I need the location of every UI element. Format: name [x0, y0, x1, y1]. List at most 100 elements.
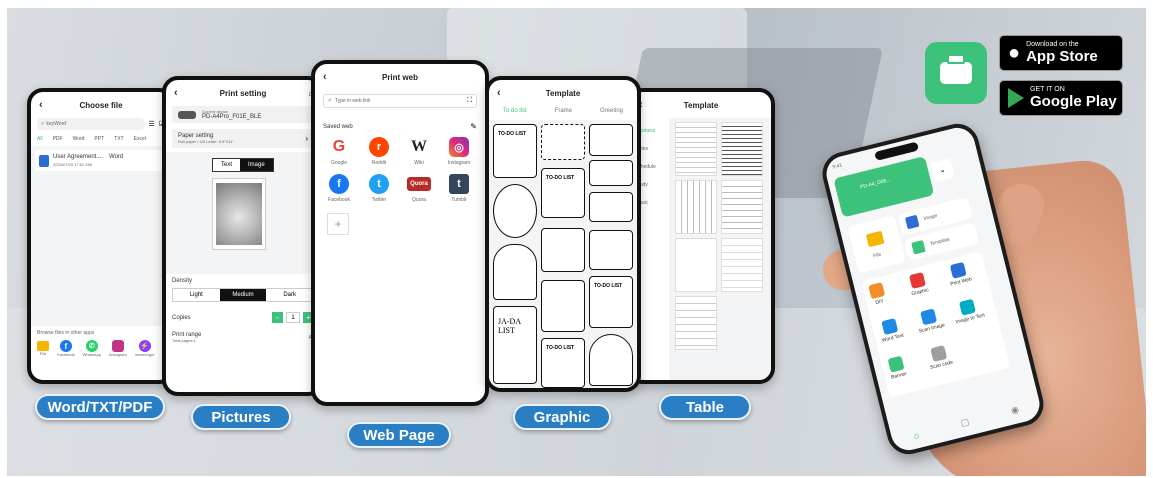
google-play-button[interactable]: GET IT ON Google Play: [999, 80, 1123, 116]
reddit-icon: r: [369, 137, 389, 157]
screen-title: Choose file: [79, 100, 123, 110]
app-instagram[interactable]: Instagram: [109, 340, 127, 357]
site-reddit[interactable]: r Reddit: [359, 137, 399, 166]
table-template[interactable]: [721, 180, 763, 234]
device-card[interactable]: Current device PD-A4Pro_F01E_BLE: [172, 106, 314, 123]
density-dark[interactable]: Dark: [266, 289, 313, 301]
tab-word[interactable]: Word: [73, 136, 85, 142]
dropdown-icon[interactable]: ⌄: [930, 158, 955, 183]
table-template[interactable]: [675, 296, 717, 350]
search-input[interactable]: ⌕ keyWord: [37, 118, 145, 130]
printer-icon: [178, 110, 196, 119]
table-template[interactable]: [721, 238, 763, 292]
site-quora[interactable]: Quora Quora: [399, 174, 439, 203]
back-icon[interactable]: ‹: [174, 87, 178, 99]
todo-template[interactable]: [589, 124, 633, 156]
tab-txt[interactable]: TXT: [114, 136, 123, 142]
table-template[interactable]: [675, 180, 717, 234]
back-icon[interactable]: ‹: [323, 71, 327, 83]
todo-template[interactable]: [541, 280, 585, 332]
tile-image-to-text[interactable]: Image to Text: [951, 297, 986, 325]
print-range[interactable]: Print range Total pages:1 All: [172, 332, 314, 343]
whatsapp-icon: ✆: [85, 340, 98, 352]
tile-print-web[interactable]: Print Web: [946, 261, 972, 288]
tab-pdf[interactable]: PDF: [53, 136, 63, 142]
screen-title: Template: [683, 100, 719, 110]
site-instagram[interactable]: ◎ Instagram: [439, 137, 479, 166]
site-wiki[interactable]: W Wiki: [399, 137, 439, 166]
jada-template[interactable]: JA-DA LIST: [493, 306, 537, 384]
site-facebook[interactable]: f Facebook: [319, 174, 359, 203]
printer-icon: [940, 54, 972, 84]
table-template[interactable]: [675, 238, 717, 292]
todo-template[interactable]: TO-DO LIST: [541, 168, 585, 218]
tile-scan-image[interactable]: Scan Image: [914, 307, 946, 335]
list-item[interactable]: User Agreement.... Word 2024/07/03 17:51…: [35, 150, 167, 171]
tab-frame[interactable]: Frame: [555, 108, 572, 114]
label-pictures: Pictures: [191, 404, 291, 430]
tile-banner[interactable]: Banner: [887, 355, 908, 381]
app-store-button[interactable]: ● Download on the App Store: [999, 35, 1123, 71]
site-tumblr[interactable]: t Tumblr: [439, 174, 479, 203]
todo-template[interactable]: [589, 192, 633, 222]
home-icon[interactable]: ⌂: [912, 429, 920, 440]
density-medium[interactable]: Medium: [219, 289, 267, 301]
todo-template[interactable]: TO-DO LIST: [541, 338, 585, 388]
web-link-input[interactable]: ⌕ Type in web link ⛶: [323, 94, 477, 108]
tile-diy[interactable]: DIY: [868, 282, 887, 307]
label-word: Word/TXT/PDF: [35, 394, 165, 420]
site-google[interactable]: G Google: [319, 137, 359, 166]
bear-template[interactable]: [589, 230, 633, 270]
add-site-button[interactable]: +: [327, 213, 349, 235]
tile-graphic[interactable]: Graphic: [907, 272, 929, 297]
screen-title: Print web: [381, 72, 418, 82]
tile-scan-code[interactable]: Scan code: [925, 344, 954, 371]
tile-word-text[interactable]: Word Text: [877, 317, 904, 344]
todo-template[interactable]: [589, 160, 633, 186]
tile-file[interactable]: File: [847, 215, 906, 274]
tab-greeting[interactable]: Greeting: [600, 108, 623, 114]
table-template[interactable]: [675, 122, 717, 176]
back-icon[interactable]: ‹: [39, 99, 43, 111]
app-file[interactable]: File: [37, 341, 49, 356]
paper-setting[interactable]: Paper setting Roll paper / US Letter: 8.…: [172, 129, 314, 148]
table-template[interactable]: [721, 122, 763, 176]
todo-template[interactable]: [541, 124, 585, 160]
bunny-template[interactable]: [493, 244, 537, 300]
app-whatsapp[interactable]: ✆ WhatsApp: [83, 340, 101, 357]
app-facebook[interactable]: f Facebook: [57, 340, 75, 357]
image-icon: [904, 214, 920, 230]
tab-todo[interactable]: To do list: [503, 108, 527, 114]
header: ‹ Choose file: [31, 92, 171, 118]
todo-template[interactable]: [541, 228, 585, 272]
tab-all[interactable]: All: [37, 136, 43, 142]
density-light[interactable]: Light: [173, 289, 220, 301]
minus-button[interactable]: -: [272, 312, 283, 323]
app-messenger[interactable]: ⚡ messenger: [135, 340, 155, 357]
mode-toggle: Text Image: [212, 158, 274, 172]
image-mode-button[interactable]: Image: [240, 159, 273, 171]
todo-template[interactable]: TO-DO LIST: [589, 276, 633, 328]
tab-ppt[interactable]: PPT: [94, 136, 104, 142]
todo-template[interactable]: TO-DO LIST: [493, 124, 537, 178]
text-mode-button[interactable]: Text: [213, 159, 241, 171]
tab-excel[interactable]: Excel: [134, 136, 146, 142]
edit-icon[interactable]: ✎: [470, 122, 477, 131]
search-icon: ⌕: [41, 120, 45, 127]
instagram-icon: [111, 340, 124, 352]
instagram-icon: ◎: [449, 137, 469, 157]
todo-template[interactable]: [589, 334, 633, 386]
copies-stepper: - 1 +: [272, 312, 314, 323]
file-tabs: All PDF Word PPT TXT Excel: [31, 130, 171, 146]
scan-icon: [920, 308, 938, 326]
profile-icon[interactable]: ◉: [1010, 404, 1020, 417]
facebook-icon: f: [59, 340, 72, 352]
quora-icon: Quora: [407, 177, 431, 191]
back-icon[interactable]: ‹: [497, 87, 501, 99]
shop-icon[interactable]: ▢: [960, 416, 971, 429]
tumblr-icon: t: [449, 174, 469, 194]
site-twitter[interactable]: t Twitter: [359, 174, 399, 203]
scan-icon[interactable]: ⛶: [467, 97, 472, 105]
sort-icon[interactable]: ☰: [148, 120, 154, 128]
todo-template[interactable]: [493, 184, 537, 238]
